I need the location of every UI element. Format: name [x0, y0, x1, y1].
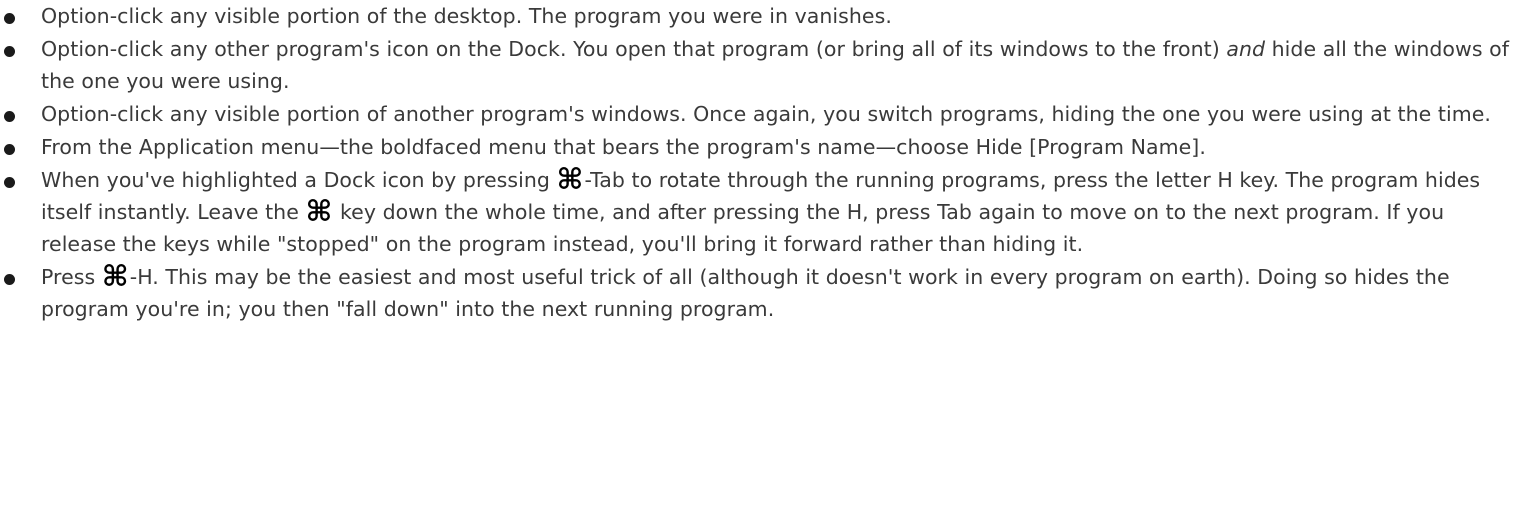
list-item-text: Press ⌘-H. This may be the easiest and m… [41, 259, 1450, 322]
list-item-text: Option-click any other program's icon on… [41, 37, 1509, 93]
list-item: Option-click any visible portion of anot… [0, 98, 1516, 130]
text-segment: Option-click any other program's icon on… [41, 37, 1227, 61]
list-item-text: Option-click any visible portion of the … [41, 4, 892, 28]
text-segment: Press [41, 265, 102, 289]
text-segment: -H. This may be the easiest and most use… [41, 265, 1450, 321]
bullet-icon [4, 13, 15, 24]
text-segment: When you've highlighted a Dock icon by p… [41, 168, 557, 192]
emphasis-text: and [1226, 37, 1266, 61]
list-item-text: Option-click any visible portion of anot… [41, 102, 1491, 126]
list-item: From the Application menu—the boldfaced … [0, 131, 1516, 163]
list-item: Option-click any other program's icon on… [0, 33, 1516, 97]
command-key-icon: ⌘ [101, 259, 129, 293]
document-page: Option-click any visible portion of the … [0, 0, 1516, 517]
bullet-icon [4, 46, 15, 57]
hide-program-tips-list: Option-click any visible portion of the … [0, 0, 1516, 325]
list-item-text: From the Application menu—the boldfaced … [41, 135, 1206, 159]
list-item: When you've highlighted a Dock icon by p… [0, 164, 1516, 260]
list-item-text: When you've highlighted a Dock icon by p… [41, 162, 1480, 257]
bullet-icon [4, 144, 15, 155]
command-key-icon: ⌘ [305, 194, 333, 228]
bullet-icon [4, 274, 15, 285]
command-key-icon: ⌘ [556, 162, 584, 196]
bullet-icon [4, 111, 15, 122]
list-item: Press ⌘-H. This may be the easiest and m… [0, 261, 1516, 325]
list-item: Option-click any visible portion of the … [0, 0, 1516, 32]
bullet-icon [4, 177, 15, 188]
